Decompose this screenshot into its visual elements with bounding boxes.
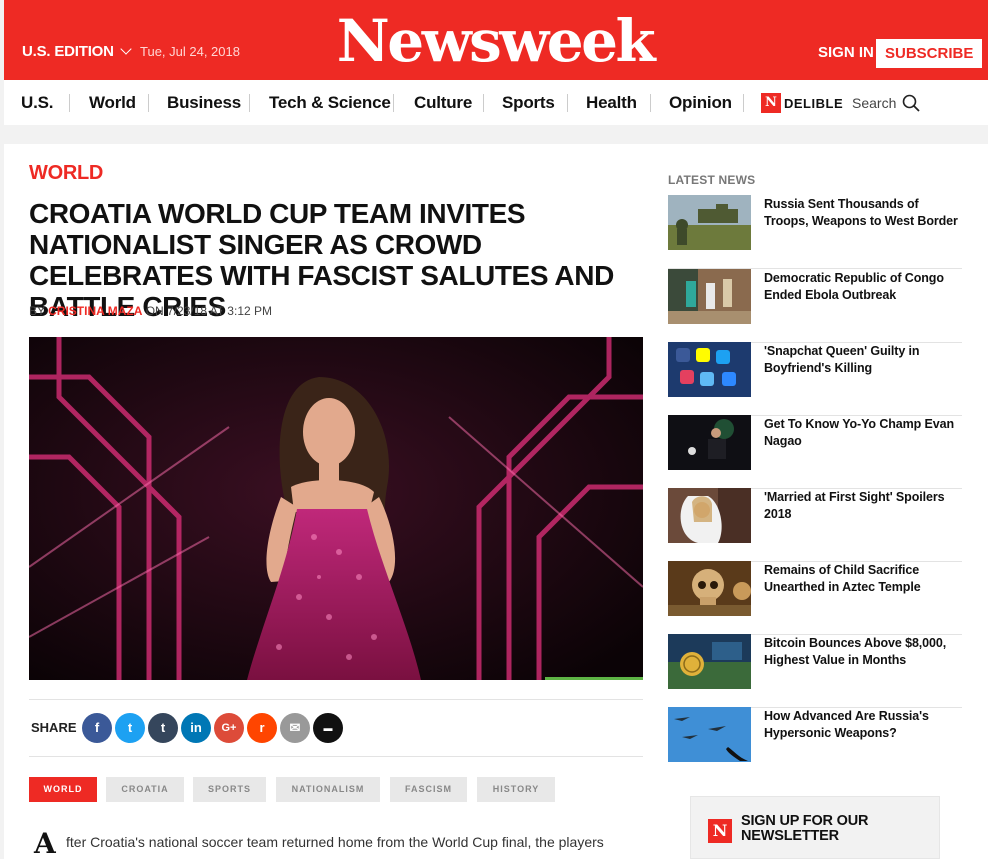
news-thumbnail: [668, 415, 751, 470]
latest-news-heading: LATEST NEWS: [668, 173, 756, 187]
news-thumbnail: [668, 342, 751, 397]
tag-sports[interactable]: SPORTS: [193, 777, 266, 802]
hero-video[interactable]: [29, 337, 643, 680]
news-thumbnail: [668, 195, 751, 250]
newsletter-signup[interactable]: N SIGN UP FOR OUR NEWSLETTER: [690, 796, 940, 859]
divider: [29, 699, 643, 700]
latest-news-item[interactable]: Russia Sent Thousands of Troops, Weapons…: [668, 195, 962, 269]
news-title: Bitcoin Bounces Above $8,000, Highest Va…: [764, 636, 947, 667]
linkedin-icon[interactable]: in: [181, 713, 211, 743]
nav-item-opinion[interactable]: Opinion: [669, 93, 732, 113]
twitter-icon[interactable]: t: [115, 713, 145, 743]
nav-item-health[interactable]: Health: [586, 93, 637, 113]
news-thumbnail: [668, 488, 751, 543]
news-thumbnail: [668, 707, 751, 762]
share-label: SHARE: [31, 720, 77, 735]
email-icon[interactable]: ✉: [280, 713, 310, 743]
news-title: 'Snapchat Queen' Guilty in Boyfriend's K…: [764, 344, 920, 375]
article-category[interactable]: WORLD: [29, 162, 103, 185]
latest-news-item[interactable]: 'Snapchat Queen' Guilty in Boyfriend's K…: [668, 342, 962, 416]
divider: [29, 756, 643, 757]
nav-item-us[interactable]: U.S.: [21, 93, 53, 113]
newsweek-logo[interactable]: Newsweek: [330, 5, 660, 77]
news-title: Get To Know Yo-Yo Champ Evan Nagao: [764, 417, 955, 448]
author-link[interactable]: CRISTINA MAZA: [48, 304, 142, 318]
news-title: Russia Sent Thousands of Troops, Weapons…: [764, 197, 958, 228]
top-header: U.S. EDITION Tue, Jul 24, 2018 Newsweek …: [4, 0, 988, 88]
search-label[interactable]: Search: [852, 95, 896, 111]
tag-croatia[interactable]: CROATIA: [106, 777, 184, 802]
news-thumbnail: [668, 634, 751, 689]
tag-history[interactable]: HISTORY: [477, 777, 555, 802]
publish-date: ON 7/23/18 AT 3:12 PM: [145, 304, 272, 318]
byline-prefix: BY: [29, 304, 45, 318]
news-thumbnail: [668, 269, 751, 324]
facebook-icon[interactable]: f: [82, 713, 112, 743]
current-date: Tue, Jul 24, 2018: [140, 44, 240, 59]
hero-video-image: [29, 337, 643, 680]
edition-label: U.S. EDITION: [22, 43, 114, 60]
main-content: WORLD CROATIA WORLD CUP TEAM INVITES NAT…: [4, 144, 988, 859]
indelible-label: DELIBLE: [784, 95, 844, 111]
sign-in-link[interactable]: SIGN IN: [818, 44, 874, 61]
search-icon[interactable]: [902, 94, 920, 112]
news-title: 'Married at First Sight' Spoilers 2018: [764, 490, 945, 521]
nav-divider: [393, 94, 394, 112]
nav-divider: [567, 94, 568, 112]
nav-divider: [650, 94, 651, 112]
tumblr-icon[interactable]: t: [148, 713, 178, 743]
tag-fascism[interactable]: FASCISM: [390, 777, 467, 802]
chevron-down-icon: [120, 43, 132, 55]
subscribe-label: SUBSCRIBE: [885, 45, 974, 62]
google-plus-icon[interactable]: G+: [214, 713, 244, 743]
news-title: How Advanced Are Russia's Hypersonic Wea…: [764, 709, 929, 740]
nav-divider: [249, 94, 250, 112]
article-body: fter Croatia's national soccer team retu…: [66, 834, 604, 850]
edition-selector[interactable]: U.S. EDITION: [22, 43, 132, 60]
tag-nationalism[interactable]: NATIONALISM: [276, 777, 380, 802]
latest-news-item[interactable]: How Advanced Are Russia's Hypersonic Wea…: [668, 707, 962, 781]
indelible-link[interactable]: N DELIBLE: [761, 93, 843, 113]
nav-item-tech-science[interactable]: Tech & Science: [269, 93, 391, 113]
reddit-icon[interactable]: r: [247, 713, 277, 743]
nav-divider: [483, 94, 484, 112]
nav-item-business[interactable]: Business: [167, 93, 241, 113]
nav-divider: [148, 94, 149, 112]
subscribe-button[interactable]: SUBSCRIBE: [876, 39, 982, 88]
article-byline: BY CRISTINA MAZA ON 7/23/18 AT 3:12 PM: [29, 304, 272, 318]
video-progress-bar[interactable]: [545, 677, 643, 680]
nav-divider: [743, 94, 744, 112]
tag-world[interactable]: WORLD: [29, 777, 97, 802]
latest-news-item[interactable]: Bitcoin Bounces Above $8,000, Highest Va…: [668, 634, 962, 708]
news-title: Remains of Child Sacrifice Unearthed in …: [764, 563, 921, 594]
newsweek-n-icon: N: [708, 819, 732, 843]
nav-item-sports[interactable]: Sports: [502, 93, 555, 113]
main-nav: U.S. World Business Tech & Science Cultu…: [4, 80, 988, 125]
latest-news-item[interactable]: Democratic Republic of Congo Ended Ebola…: [668, 269, 962, 343]
nav-divider: [69, 94, 70, 112]
news-title: Democratic Republic of Congo Ended Ebola…: [764, 271, 944, 302]
latest-news-item[interactable]: 'Married at First Sight' Spoilers 2018: [668, 488, 962, 562]
nav-item-culture[interactable]: Culture: [414, 93, 472, 113]
news-thumbnail: [668, 561, 751, 616]
nav-item-world[interactable]: World: [89, 93, 136, 113]
latest-news-item[interactable]: Get To Know Yo-Yo Champ Evan Nagao: [668, 415, 962, 489]
drop-cap: A: [34, 827, 56, 859]
comment-icon[interactable]: ▬: [313, 713, 343, 743]
latest-news-item[interactable]: Remains of Child Sacrifice Unearthed in …: [668, 561, 962, 635]
indelible-mark: N: [761, 93, 781, 113]
newsletter-label: SIGN UP FOR OUR NEWSLETTER: [741, 813, 869, 844]
